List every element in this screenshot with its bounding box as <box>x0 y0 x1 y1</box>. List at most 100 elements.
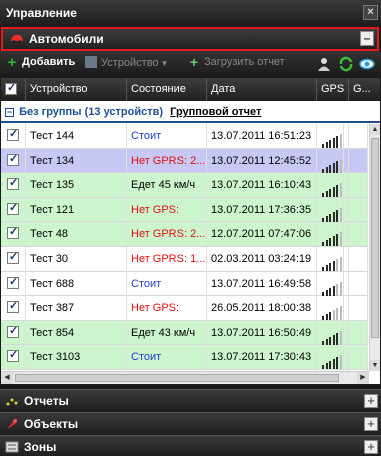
scroll-left-icon[interactable]: ◀ <box>1 372 13 384</box>
signal-bar <box>332 211 335 222</box>
col-g[interactable]: G... <box>349 78 380 101</box>
row-checkbox[interactable] <box>1 124 26 148</box>
grid-header: Устройство Состояние Дата GPS G... <box>1 78 380 101</box>
signal-bar <box>329 140 331 148</box>
table-row[interactable]: Тест 30Нет GPRS: 1...02.03.2011 03:24:19 <box>1 246 368 272</box>
row-checkbox[interactable] <box>1 173 26 198</box>
signal-bar <box>339 330 342 345</box>
select-all-checkbox[interactable] <box>1 78 26 101</box>
expand-button[interactable]: + <box>364 394 378 408</box>
cell-gps <box>317 246 349 271</box>
checkbox-icon <box>7 127 19 141</box>
table-row[interactable]: Тест 3103Стоит13.07.2011 17:30:43 <box>1 345 368 370</box>
cell-device: Тест 48 <box>26 222 127 247</box>
scroll-down-icon[interactable]: ▼ <box>370 360 380 371</box>
close-icon[interactable]: × <box>363 5 378 20</box>
cell-date: 13.07.2011 16:10:43 <box>207 173 317 198</box>
group-report-link[interactable]: Групповой отчет <box>170 106 261 118</box>
table-row[interactable]: Тест 854Едет 43 км/ч13.07.2011 16:50:49 <box>1 320 368 346</box>
cell-date: 13.07.2011 17:30:43 <box>207 345 317 370</box>
cell-device: Тест 135 <box>26 173 127 198</box>
row-checkbox[interactable] <box>1 296 26 321</box>
signal-bar <box>329 312 331 321</box>
signal-bar <box>332 236 335 247</box>
panel-zones[interactable]: Зоны + <box>0 435 381 456</box>
cell-status: Нет GPRS: 2... <box>127 148 207 173</box>
signal-bar <box>322 242 324 247</box>
row-checkbox[interactable] <box>1 246 26 271</box>
scroll-up-icon[interactable]: ▲ <box>370 124 380 135</box>
signal-bar <box>339 256 342 271</box>
col-device[interactable]: Устройство <box>26 78 127 101</box>
signal-bar <box>336 258 338 271</box>
signal-bar <box>336 332 338 345</box>
signal-icon <box>322 173 344 198</box>
table-row[interactable]: Тест 387Нет GPS:26.05.2011 18:00:38 <box>1 296 368 321</box>
signal-bar <box>336 283 338 296</box>
signal-bar <box>329 287 331 296</box>
add-button[interactable]: + Добавить <box>6 55 76 72</box>
expand-button[interactable]: + <box>364 417 378 431</box>
col-status[interactable]: Состояние <box>127 78 207 101</box>
signal-bar <box>325 240 328 247</box>
row-checkbox[interactable] <box>1 320 26 345</box>
signal-bar <box>332 138 335 148</box>
table-row[interactable]: Тест 135Едет 45 км/ч13.07.2011 16:10:43 <box>1 173 368 198</box>
device-dropdown[interactable]: Устройство ▼ <box>85 56 168 72</box>
section-header-cars[interactable]: Автомобили – <box>1 27 379 51</box>
panel-zones-label: Зоны <box>24 440 57 454</box>
horizontal-scrollbar[interactable]: ◀ ▶ <box>1 371 369 384</box>
signal-bar <box>329 361 331 370</box>
vertical-scrollbar[interactable]: ▲ ▼ <box>369 124 380 371</box>
collapse-group-icon[interactable]: − <box>5 108 14 117</box>
signal-bar <box>332 285 335 296</box>
cell-device: Тест 144 <box>26 124 127 148</box>
table-row[interactable]: Тест 134Нет GPRS: 2...13.07.2011 12:45:5… <box>1 148 368 174</box>
add-button-label: Добавить <box>22 56 76 68</box>
cell-device: Тест 387 <box>26 296 127 321</box>
signal-bar <box>339 158 342 173</box>
cell-date: 13.07.2011 16:51:23 <box>207 124 317 148</box>
signal-icon <box>322 197 344 222</box>
collapse-button[interactable]: – <box>360 31 374 46</box>
signal-bar <box>322 266 324 271</box>
group-row[interactable]: − Без группы (13 устройств) Групповой от… <box>1 101 380 123</box>
signal-bar <box>322 340 324 345</box>
horizontal-scroll-thumb[interactable] <box>15 374 339 382</box>
cell-status: Стоит <box>127 271 207 296</box>
user-icon[interactable] <box>316 56 332 72</box>
row-checkbox[interactable] <box>1 197 26 222</box>
signal-bar <box>336 160 338 173</box>
load-report-button[interactable]: + Загрузить отчет <box>188 54 285 72</box>
cell-date: 12.07.2011 07:47:06 <box>207 222 317 247</box>
table-row[interactable]: Тест 144Стоит13.07.2011 16:51:23 <box>1 124 368 149</box>
checkbox-icon <box>7 250 19 264</box>
signal-bar <box>322 365 324 370</box>
panel-reports[interactable]: Отчеты + <box>0 389 381 412</box>
cell-gps <box>317 124 349 148</box>
signal-bar <box>329 164 331 173</box>
row-checkbox[interactable] <box>1 345 26 370</box>
row-checkbox[interactable] <box>1 148 26 173</box>
col-gps[interactable]: GPS <box>317 78 349 101</box>
plus-icon: + <box>189 54 199 70</box>
cell-status: Нет GPRS: 2... <box>127 222 207 247</box>
refresh-icon[interactable] <box>338 56 354 72</box>
eye-icon[interactable] <box>359 56 375 72</box>
signal-bar <box>322 168 324 173</box>
table-row[interactable]: Тест 121Нет GPS:13.07.2011 17:36:35 <box>1 197 368 223</box>
section-title: Автомобили <box>29 32 104 46</box>
cell-date: 13.07.2011 12:45:52 <box>207 148 317 173</box>
col-date[interactable]: Дата <box>207 78 317 101</box>
table-row[interactable]: Тест 48Нет GPRS: 2...12.07.2011 07:47:06 <box>1 222 368 247</box>
signal-bar <box>339 232 342 247</box>
table-row[interactable]: Тест 688Стоит13.07.2011 16:49:58 <box>1 271 368 297</box>
row-checkbox[interactable] <box>1 271 26 296</box>
vertical-scroll-thumb[interactable] <box>371 138 379 338</box>
scroll-right-icon[interactable]: ▶ <box>357 372 369 384</box>
checkbox-icon <box>7 348 19 363</box>
row-checkbox[interactable] <box>1 222 26 247</box>
panel-objects[interactable]: Объекты + <box>0 412 381 435</box>
cell-device: Тест 854 <box>26 320 127 345</box>
expand-button[interactable]: + <box>364 440 378 454</box>
